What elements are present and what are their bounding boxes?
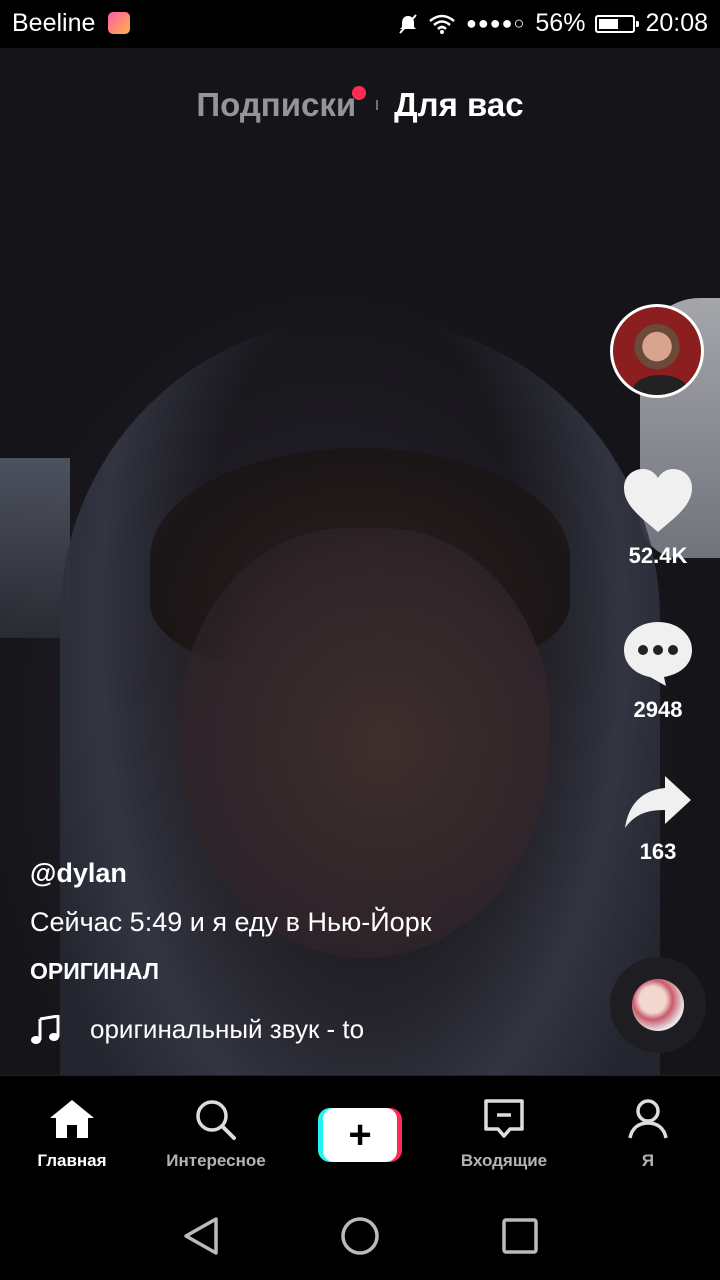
battery-percent: 56% — [535, 9, 586, 37]
nav-discover[interactable]: Интересное — [146, 1098, 286, 1171]
heart-icon — [624, 469, 692, 532]
music-note-icon — [31, 1014, 60, 1044]
like-button[interactable]: 52.4K — [618, 468, 698, 569]
original-label: ОРИГИНАЛ — [30, 958, 159, 984]
feed-tabs: Подписки Для вас — [0, 82, 720, 128]
bottom-navigation: Главная Интересное + Входящие Я — [0, 1075, 720, 1192]
inbox-icon — [484, 1099, 524, 1138]
nav-me[interactable]: Я — [578, 1098, 718, 1171]
sound-disc[interactable] — [610, 957, 706, 1053]
create-button[interactable]: + — [318, 1108, 402, 1162]
sound-cover-image — [632, 979, 684, 1031]
battery-icon — [595, 14, 640, 33]
tab-following-label: Подписки — [196, 86, 357, 123]
clock: 20:08 — [645, 9, 708, 37]
plus-icon: + — [323, 1108, 397, 1162]
carrier-name: Beeline — [12, 9, 96, 37]
home-icon — [50, 1100, 94, 1138]
comment-button[interactable]: 2948 — [618, 620, 698, 723]
nav-inbox-label: Входящие — [460, 1151, 548, 1170]
home-circle-icon[interactable] — [340, 1216, 380, 1256]
back-icon[interactable] — [182, 1216, 220, 1256]
status-right: ●●●●○ 56% 20:08 — [398, 9, 708, 38]
share-icon — [625, 776, 691, 828]
creator-avatar[interactable] — [610, 304, 704, 398]
sound-row[interactable]: оригинальный звук - to — [30, 1014, 390, 1045]
video-caption: @dylan Сейчас 5:49 и я еду в Нью-Йорк ОР… — [30, 858, 590, 985]
comment-count: 2948 — [633, 697, 683, 722]
like-count: 52.4K — [628, 543, 688, 568]
tab-for-you[interactable]: Для вас — [394, 86, 523, 124]
nav-discover-label: Интересное — [166, 1151, 266, 1170]
status-bar: Beeline ●●●●○ 56% 20:08 — [0, 0, 720, 48]
tab-following[interactable]: Подписки — [196, 86, 367, 124]
signal-strength-icon: ●●●●○ — [466, 13, 526, 33]
recents-icon[interactable] — [502, 1218, 538, 1254]
tab-divider — [376, 100, 379, 110]
sound-title: оригинальный звук - to — [90, 1014, 365, 1044]
app-notification-icon — [108, 12, 130, 34]
share-count: 163 — [639, 839, 677, 864]
share-button[interactable]: 163 — [618, 774, 698, 865]
creator-username[interactable]: @dylan — [30, 858, 590, 889]
mute-icon — [399, 13, 417, 34]
profile-icon — [628, 1099, 668, 1139]
wifi-icon — [429, 14, 455, 34]
notification-dot — [352, 86, 367, 100]
comment-icon — [624, 622, 692, 686]
video-description: Сейчас 5:49 и я еду в Нью-Йорк — [30, 907, 432, 937]
nav-me-label: Я — [641, 1151, 655, 1170]
system-navigation-bar — [0, 1192, 720, 1280]
nav-home-label: Главная — [37, 1151, 107, 1170]
nav-home[interactable]: Главная — [2, 1098, 142, 1171]
search-icon — [196, 1100, 236, 1140]
nav-inbox[interactable]: Входящие — [434, 1098, 574, 1171]
